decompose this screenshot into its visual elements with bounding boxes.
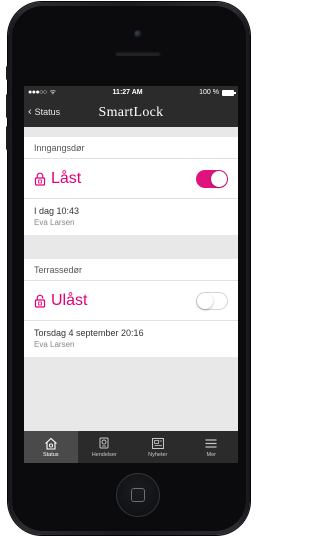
nav-bar: ‹ Status SmartLock bbox=[24, 99, 238, 127]
toggle-knob bbox=[197, 292, 213, 309]
locked-icon bbox=[34, 172, 46, 186]
lock-state: Låst bbox=[51, 169, 82, 187]
lock-card-terrassedor: Terrassedør Ulåst Torsdag 4 september 20… bbox=[24, 259, 238, 357]
lock-card-inngangsdor: Inngangsdør Låst I dag 10:43 Eva Larsen bbox=[24, 137, 238, 235]
status-bar: ●●●○○ ᯤ 11:27 AM 100 % bbox=[24, 86, 238, 99]
tab-label: Status bbox=[42, 451, 59, 458]
tab-hendelser[interactable]: Hendelser bbox=[78, 431, 132, 463]
volume-up-button bbox=[6, 94, 9, 118]
chevron-left-icon: ‹ bbox=[28, 106, 32, 118]
back-label: Status bbox=[34, 107, 61, 117]
home-icon bbox=[44, 437, 57, 450]
lock-last-event: I dag 10:43 Eva Larsen bbox=[24, 199, 238, 235]
home-button[interactable] bbox=[116, 473, 160, 517]
lock-name: Terrassedør bbox=[24, 259, 238, 281]
toggle-knob bbox=[211, 170, 227, 187]
tab-bar: Status Hendelser Nyheter Mer bbox=[24, 431, 238, 463]
lock-state: Ulåst bbox=[51, 291, 88, 309]
status-time: 11:27 AM bbox=[112, 89, 143, 96]
event-date: I dag 10:43 bbox=[34, 206, 80, 216]
lock-status-row: Ulåst bbox=[24, 281, 238, 321]
lock-toggle[interactable] bbox=[196, 169, 228, 188]
section-gap bbox=[24, 235, 238, 259]
battery-percent: 100 % bbox=[199, 89, 219, 96]
back-button[interactable]: ‹ Status bbox=[28, 106, 60, 118]
app-screen: ●●●○○ ᯤ 11:27 AM 100 % ‹ Status SmartLoc… bbox=[24, 86, 238, 463]
home-square-icon bbox=[131, 488, 145, 502]
lock-last-event: Torsdag 4 september 20:16 Eva Larsen bbox=[24, 321, 238, 357]
lock-name: Inngangsdør bbox=[24, 137, 238, 159]
battery-icon bbox=[222, 89, 236, 96]
tab-status[interactable]: Status bbox=[24, 431, 78, 463]
signal-icon: ●●●○○ bbox=[28, 89, 47, 96]
tab-label: Hendelser bbox=[91, 451, 117, 458]
news-icon bbox=[151, 437, 164, 449]
speaker-grille bbox=[115, 51, 161, 56]
event-user: Eva Larsen bbox=[34, 218, 75, 227]
unlocked-icon bbox=[34, 294, 46, 308]
camera-icon bbox=[134, 30, 142, 38]
event-user: Eva Larsen bbox=[34, 340, 75, 349]
mute-switch bbox=[6, 66, 9, 80]
wifi-icon: ᯤ bbox=[49, 89, 57, 96]
volume-down-button bbox=[6, 126, 9, 150]
tab-label: Nyheter bbox=[148, 451, 168, 458]
tab-mer[interactable]: Mer bbox=[185, 431, 239, 463]
event-date: Torsdag 4 september 20:16 bbox=[34, 328, 144, 338]
section-gap bbox=[24, 127, 238, 137]
tab-nyheter[interactable]: Nyheter bbox=[131, 431, 185, 463]
lock-status-row: Låst bbox=[24, 159, 238, 199]
lock-toggle[interactable] bbox=[196, 291, 228, 310]
tab-label: Mer bbox=[206, 451, 216, 458]
menu-icon bbox=[205, 438, 217, 448]
events-icon bbox=[99, 437, 109, 448]
